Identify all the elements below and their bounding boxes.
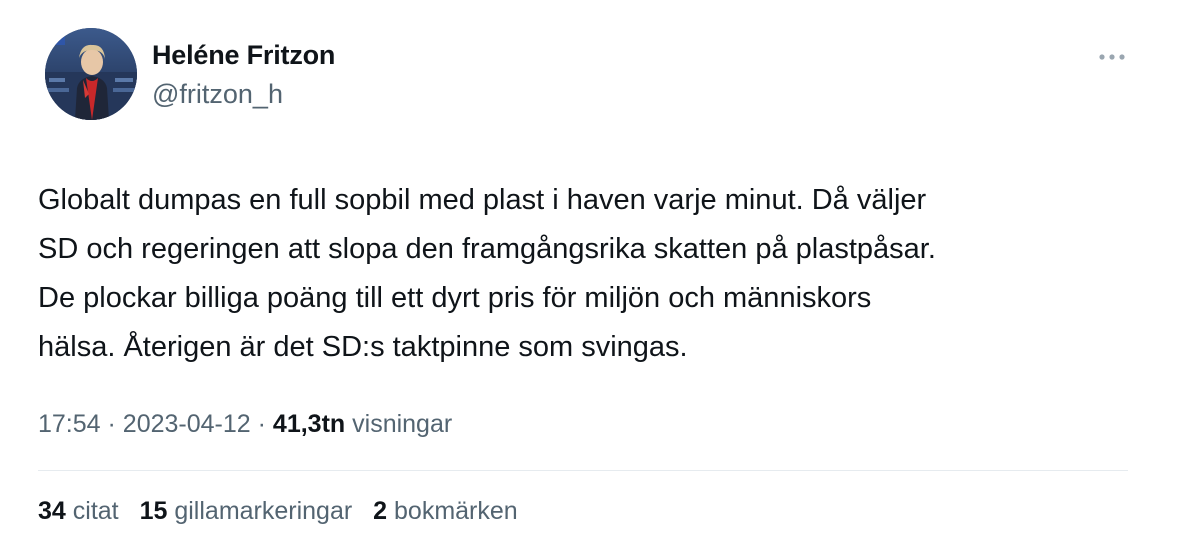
likes-count: 15 bbox=[139, 497, 168, 525]
tweet-meta: 17:54 · 2023-04-12 · 41,3tn visningar bbox=[38, 410, 452, 439]
author-handle[interactable]: @fritzon_h bbox=[152, 79, 283, 110]
quotes-count: 34 bbox=[38, 497, 66, 525]
bookmarks-count: 2 bbox=[373, 497, 388, 525]
engagement-stats: 34 citat 15 gillamarkeringar 2 bokmärken bbox=[38, 497, 532, 526]
meta-separator: · bbox=[257, 410, 266, 438]
quotes-stat[interactable]: 34 citat bbox=[38, 497, 119, 526]
author-name[interactable]: Heléne Fritzon bbox=[152, 40, 335, 71]
divider bbox=[38, 470, 1128, 471]
more-options-button[interactable] bbox=[1094, 44, 1130, 70]
views-label: visningar bbox=[352, 410, 453, 438]
more-horizontal-icon bbox=[1099, 54, 1125, 60]
bookmarks-label: bokmärken bbox=[394, 497, 518, 525]
quotes-label: citat bbox=[72, 497, 119, 525]
bookmarks-stat[interactable]: 2 bokmärken bbox=[373, 497, 518, 526]
tweet-time[interactable]: 17:54 bbox=[38, 410, 101, 438]
avatar[interactable] bbox=[45, 28, 137, 120]
avatar-photo bbox=[45, 28, 137, 120]
tweet-card: Heléne Fritzon @fritzon_h Globalt dumpas… bbox=[0, 0, 1200, 554]
likes-stat[interactable]: 15 gillamarkeringar bbox=[140, 497, 353, 526]
meta-separator: · bbox=[107, 410, 116, 438]
likes-label: gillamarkeringar bbox=[174, 497, 353, 525]
tweet-date[interactable]: 2023-04-12 bbox=[123, 410, 251, 438]
tweet-text: Globalt dumpas en full sopbil med plast … bbox=[38, 184, 936, 363]
views-count: 41,3tn bbox=[272, 410, 346, 438]
